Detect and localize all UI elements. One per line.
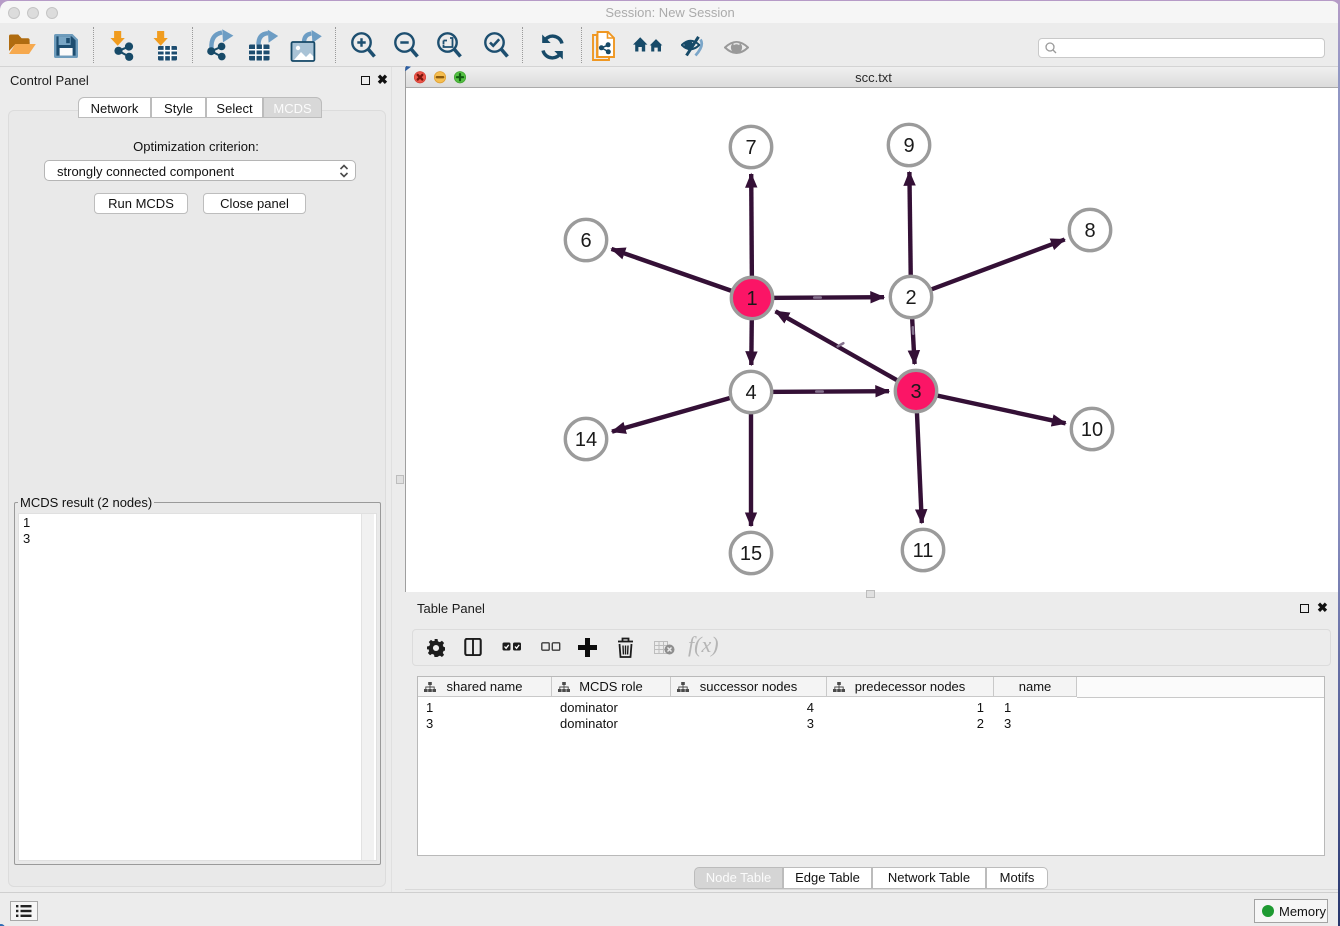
svg-text:10: 10 [1081,419,1103,441]
svg-text:11: 11 [913,540,934,562]
svg-text:15: 15 [740,543,762,565]
svg-text:6: 6 [580,230,591,252]
svg-text:2: 2 [905,287,916,309]
svg-text:1: 1 [746,288,757,310]
svg-text:8: 8 [1084,220,1095,242]
svg-text:14: 14 [575,429,597,451]
svg-text:4: 4 [745,382,756,404]
svg-text:9: 9 [903,135,914,157]
svg-text:3: 3 [910,381,921,403]
svg-text:7: 7 [745,137,756,159]
